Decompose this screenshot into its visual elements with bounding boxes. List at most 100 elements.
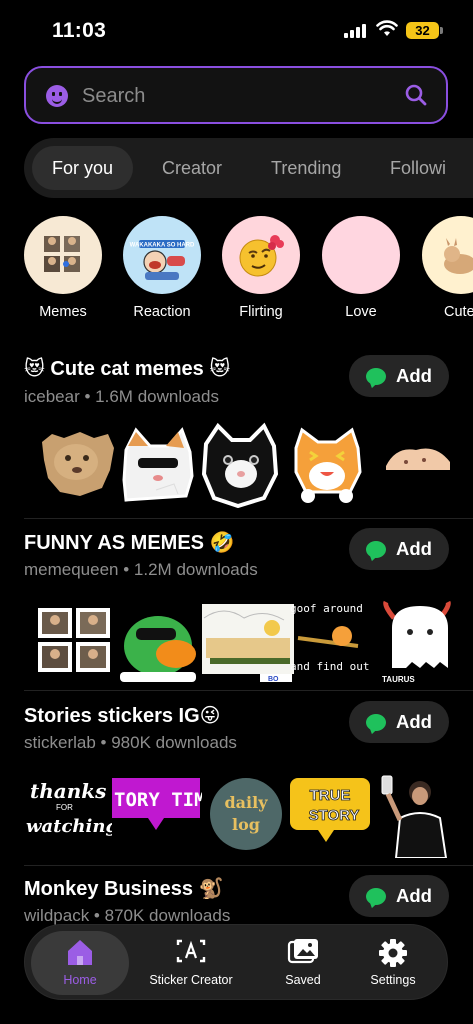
nav-sticker-creator[interactable]: Sticker Creator: [133, 931, 249, 995]
pack-title: FUNNY AS MEMES 🤣: [24, 532, 235, 554]
add-label: Add: [396, 538, 432, 559]
whatsapp-icon: [366, 367, 387, 385]
cellular-signal-icon: [344, 24, 366, 38]
pack-downloads: 1.2M downloads: [133, 560, 258, 579]
whatsapp-icon: [366, 713, 387, 731]
add-pack-button[interactable]: Add: [349, 528, 449, 570]
nav-label: Saved: [285, 973, 321, 987]
category-label: Cute: [444, 304, 473, 320]
add-label: Add: [396, 711, 432, 732]
thanks-text: thanks: [30, 779, 106, 803]
sticker-image[interactable]: [374, 772, 458, 858]
pack-author: wildpack: [24, 906, 90, 925]
reaction-thumbnail: WAKAKAKA SO HARD: [123, 216, 201, 294]
sticker-image[interactable]: [116, 422, 198, 508]
nav-settings[interactable]: Settings: [351, 931, 435, 995]
saved-icon: [287, 939, 318, 964]
pack-author: icebear: [24, 387, 80, 406]
pack-author: memequeen: [24, 560, 119, 579]
add-label: Add: [396, 365, 432, 386]
log-text: log: [232, 815, 260, 834]
settings-icon: [379, 939, 407, 967]
category-memes[interactable]: Memes: [18, 216, 108, 320]
tab-creator[interactable]: Creator: [162, 146, 222, 190]
category-label: Love: [345, 304, 377, 320]
love-thumbnail: [322, 216, 400, 294]
pack-author: stickerlab: [24, 733, 96, 752]
sticker-creator-icon: [176, 939, 206, 963]
pack-downloads: 980K downloads: [111, 733, 237, 752]
section-divider: [24, 518, 473, 519]
story-text: STORY: [309, 807, 360, 824]
category-cute[interactable]: Cute: [416, 216, 473, 320]
sticker-image[interactable]: thanks FOR watching: [24, 772, 112, 858]
nav-label: Settings: [370, 973, 416, 987]
category-love[interactable]: Love: [316, 216, 406, 320]
cute-thumbnail: [422, 216, 473, 294]
sticker-image[interactable]: TRUE STORY: [288, 772, 372, 858]
story-time-text: TORY TIM: [114, 789, 202, 811]
goof-text-1: goof around: [290, 602, 363, 615]
nav-home[interactable]: Home: [31, 931, 129, 995]
reaction-sticker-text: WAKAKAKA SO HARD: [130, 243, 195, 249]
section-divider: [24, 865, 473, 866]
sticker-image[interactable]: TORY TIM: [110, 772, 202, 858]
status-bar: 11:03 32: [0, 0, 473, 60]
pack-title: 😻 Cute cat memes 😻: [24, 358, 231, 380]
add-pack-button[interactable]: Add: [349, 355, 449, 397]
svg-text:BO: BO: [268, 676, 279, 683]
sticker-image[interactable]: [200, 422, 282, 508]
whatsapp-icon: [366, 887, 387, 905]
nav-saved[interactable]: Saved: [261, 931, 345, 995]
pack-title: Stories stickers IG😜: [24, 705, 221, 727]
add-pack-button[interactable]: Add: [349, 701, 449, 743]
sticker-image[interactable]: [286, 422, 368, 508]
sticker-image[interactable]: BO: [200, 598, 296, 684]
category-reaction[interactable]: WAKAKAKA SO HARD Reaction: [117, 216, 207, 320]
pack-downloads: 870K downloads: [104, 906, 231, 925]
sticker-image[interactable]: daily log: [206, 772, 288, 858]
category-label: Memes: [39, 304, 87, 320]
category-label: Reaction: [133, 304, 191, 320]
bottom-nav: Home Sticker Creator Saved Settings: [24, 924, 448, 1000]
tab-trending[interactable]: Trending: [271, 146, 341, 190]
sticker-image[interactable]: [36, 422, 118, 508]
pack-title: Monkey Business 🐒: [24, 878, 224, 900]
meta-separator: •: [95, 733, 112, 752]
sticker-image[interactable]: TAURUS: [378, 598, 468, 684]
search-input[interactable]: [82, 80, 382, 112]
status-time: 11:03: [52, 19, 107, 42]
search-bar[interactable]: [24, 66, 448, 124]
sticker-image[interactable]: [114, 598, 204, 684]
whatsapp-icon: [366, 540, 387, 558]
pack-meta: icebear • 1.6M downloads: [24, 387, 219, 407]
meta-separator: •: [118, 560, 134, 579]
category-flirting[interactable]: Flirting: [216, 216, 306, 320]
sticker-image[interactable]: goof around and find out: [288, 598, 378, 684]
for-text: FOR: [56, 803, 73, 812]
pack-meta: wildpack • 870K downloads: [24, 906, 230, 926]
category-label: Flirting: [239, 304, 283, 320]
add-pack-button[interactable]: Add: [349, 875, 449, 917]
add-label: Add: [396, 885, 432, 906]
tab-for-you[interactable]: For you: [32, 146, 134, 190]
category-tabs: For you Creator Trending Followi: [24, 138, 473, 198]
sticker-image[interactable]: [34, 598, 116, 684]
sticker-image[interactable]: [380, 422, 462, 508]
search-icon[interactable]: [404, 83, 428, 107]
section-divider: [24, 690, 473, 691]
meta-separator: •: [79, 387, 96, 406]
watching-text: watching: [26, 816, 112, 837]
pack-meta: memequeen • 1.2M downloads: [24, 560, 258, 580]
taurus-text: TAURUS: [382, 675, 415, 684]
true-text: TRUE: [310, 787, 351, 804]
sticker-row: [24, 422, 473, 512]
wifi-icon: [376, 20, 398, 36]
flirting-thumbnail: [222, 216, 300, 294]
smiley-icon: [46, 85, 68, 107]
sticker-row: BO goof around and find out TAURUS: [24, 598, 473, 688]
tab-following[interactable]: Followi: [390, 146, 446, 190]
nav-label: Sticker Creator: [149, 973, 233, 987]
pack-downloads: 1.6M downloads: [95, 387, 219, 406]
goof-text-2: and find out: [290, 660, 369, 673]
